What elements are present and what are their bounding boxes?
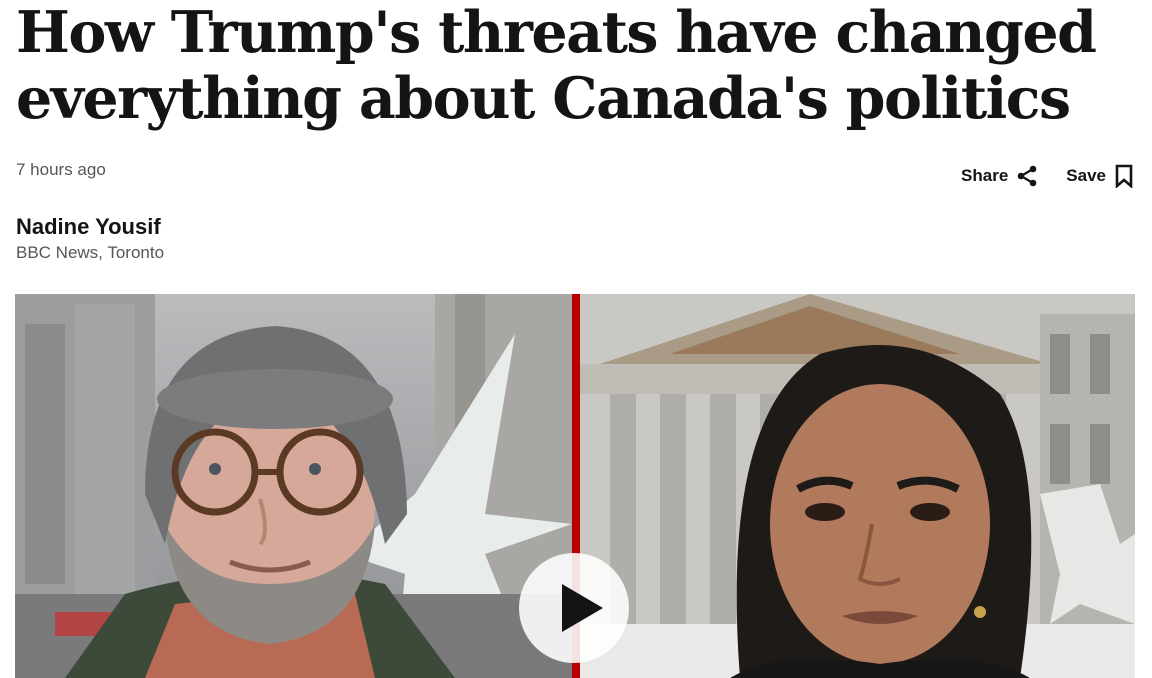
video-thumbnail-right-woman	[580, 294, 1135, 678]
bookmark-icon	[1115, 164, 1133, 188]
video-player[interactable]	[15, 294, 1135, 678]
article-timestamp: 7 hours ago	[16, 160, 106, 179]
author-organization: BBC News, Toronto	[16, 243, 165, 262]
play-icon	[562, 584, 603, 632]
save-label: Save	[1066, 166, 1106, 185]
byline: Nadine Yousif BBC News, Toronto	[16, 213, 164, 265]
video-thumbnail-left-man	[15, 294, 572, 678]
share-label: Share	[961, 166, 1009, 185]
article-headline: How Trump's threats have changed everyth…	[16, 0, 1097, 132]
article-page: How Trump's threats have changed everyth…	[0, 0, 1152, 678]
save-button[interactable]: Save	[1066, 164, 1134, 188]
share-button[interactable]: Share	[961, 165, 1038, 187]
author-name[interactable]: Nadine Yousif	[16, 213, 164, 241]
play-button[interactable]	[519, 553, 629, 663]
article-actions: Share Save	[961, 164, 1134, 188]
share-icon	[1017, 165, 1037, 187]
